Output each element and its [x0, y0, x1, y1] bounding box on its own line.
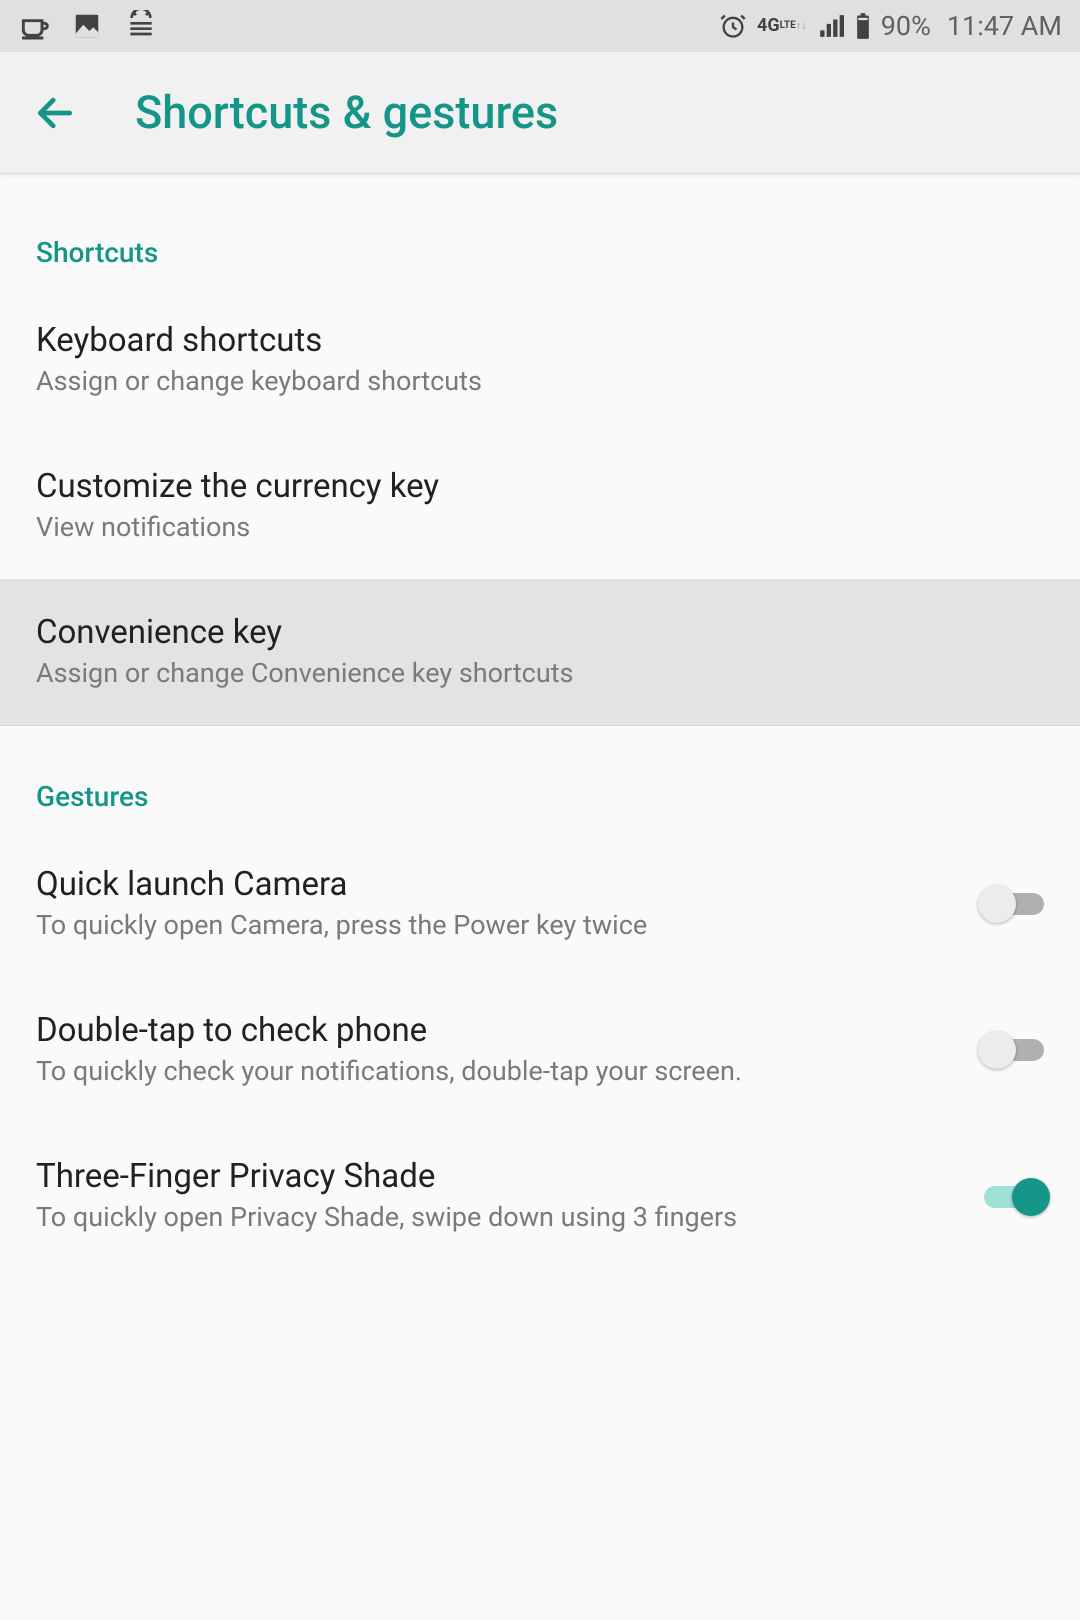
item-quick-launch-camera[interactable]: Quick launch Camera To quickly open Came… — [0, 831, 1080, 977]
content: Shortcuts Keyboard shortcuts Assign or c… — [0, 174, 1080, 1270]
back-button[interactable] — [30, 88, 80, 138]
item-title: Keyboard shortcuts — [36, 321, 1044, 360]
battery-icon — [855, 12, 871, 40]
app-bar: Shortcuts & gestures — [0, 52, 1080, 174]
network-4g-icon: 4GLTE ↑↓ — [757, 17, 807, 35]
page-title: Shortcuts & gestures — [135, 86, 558, 139]
item-title: Quick launch Camera — [36, 865, 954, 904]
clock: 11:47 AM — [947, 10, 1062, 42]
section-header-gestures: Gestures — [0, 736, 1080, 831]
coffee-icon — [18, 10, 50, 42]
toggle-three-finger-privacy-shade[interactable] — [978, 1178, 1044, 1216]
arrow-left-icon — [33, 91, 77, 135]
item-title: Double-tap to check phone — [36, 1011, 954, 1050]
item-customize-currency-key[interactable]: Customize the currency key View notifica… — [0, 433, 1080, 579]
item-subtitle: Assign or change keyboard shortcuts — [36, 364, 1044, 399]
usb-debug-icon — [124, 10, 158, 42]
network-label: 4G — [757, 17, 780, 35]
item-subtitle: Assign or change Convenience key shortcu… — [36, 656, 1044, 691]
item-subtitle: To quickly open Privacy Shade, swipe dow… — [36, 1200, 954, 1235]
item-convenience-key[interactable]: Convenience key Assign or change Conveni… — [0, 579, 1080, 726]
item-subtitle: View notifications — [36, 510, 1044, 545]
image-icon — [72, 11, 102, 41]
status-right: 4GLTE ↑↓ 90% 11:47 AM — [719, 10, 1062, 42]
item-subtitle: To quickly open Camera, press the Power … — [36, 908, 954, 943]
toggle-quick-launch-camera[interactable] — [978, 885, 1044, 923]
alarm-icon — [719, 12, 747, 40]
status-left — [18, 10, 158, 42]
section-header-shortcuts: Shortcuts — [0, 192, 1080, 287]
item-keyboard-shortcuts[interactable]: Keyboard shortcuts Assign or change keyb… — [0, 287, 1080, 433]
item-subtitle: To quickly check your notifications, dou… — [36, 1054, 954, 1089]
item-title: Three-Finger Privacy Shade — [36, 1157, 954, 1196]
signal-icon — [817, 13, 845, 39]
item-three-finger-privacy-shade[interactable]: Three-Finger Privacy Shade To quickly op… — [0, 1123, 1080, 1269]
toggle-double-tap-check-phone[interactable] — [978, 1031, 1044, 1069]
status-bar: 4GLTE ↑↓ 90% 11:47 AM — [0, 0, 1080, 52]
battery-percent: 90% — [881, 10, 931, 42]
item-title: Convenience key — [36, 613, 1044, 652]
item-double-tap-check-phone[interactable]: Double-tap to check phone To quickly che… — [0, 977, 1080, 1123]
item-title: Customize the currency key — [36, 467, 1044, 506]
